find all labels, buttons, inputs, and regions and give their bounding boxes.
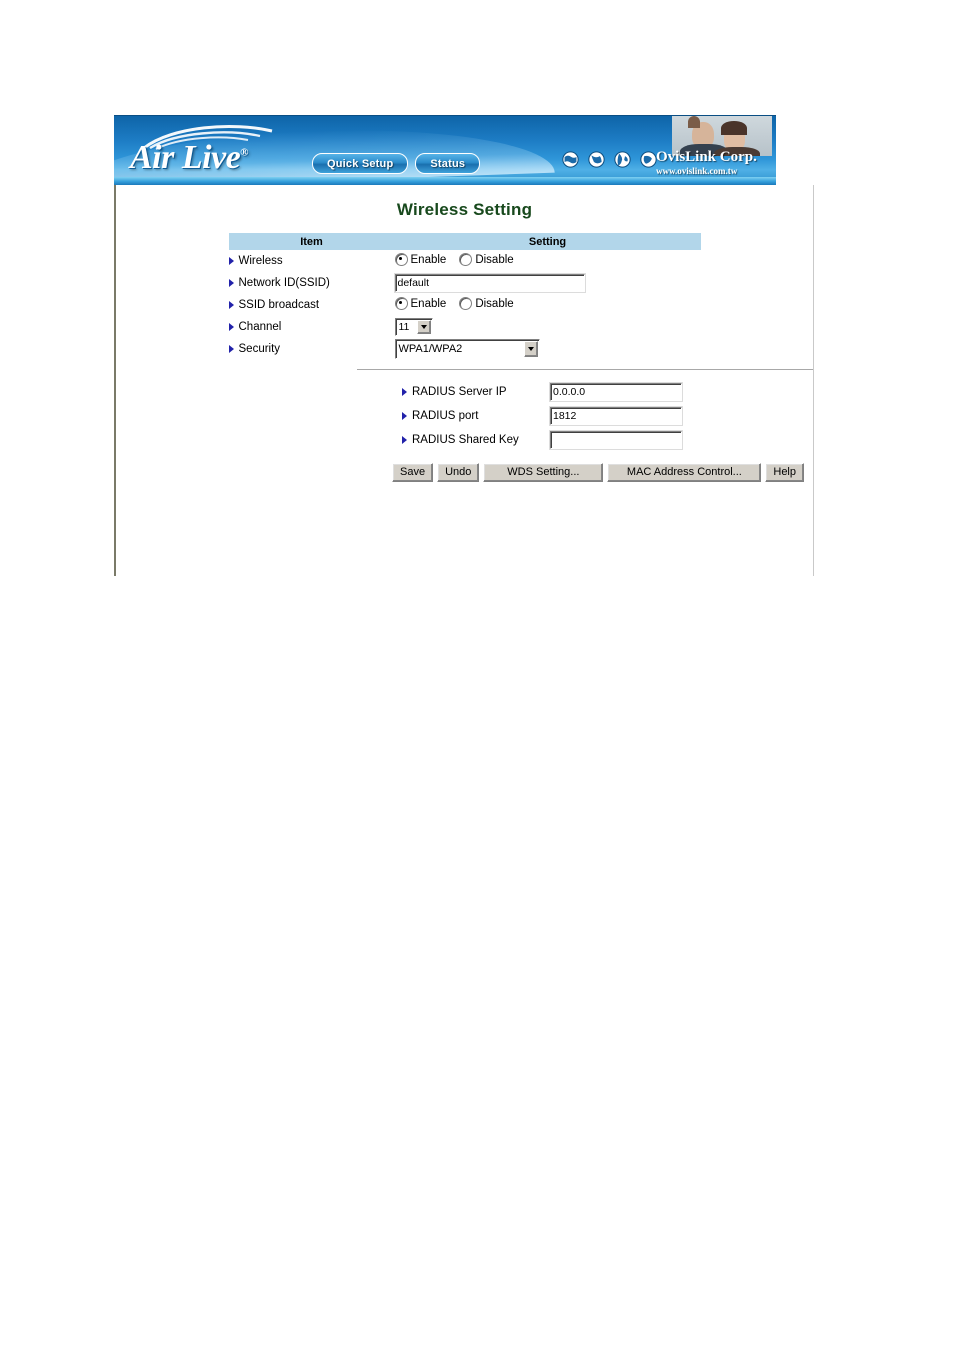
arrow-bullet-icon — [402, 411, 407, 420]
table-row-wireless: Wireless Enable Disable — [228, 250, 701, 272]
main-body: - Basic Setting Primary Setup DHCP Serve… — [114, 185, 814, 576]
table-row-channel: Channel 11 — [228, 316, 701, 338]
logo-text: Air Live® — [130, 139, 248, 176]
globe-icon-1[interactable] — [562, 151, 579, 168]
network-ssid-input[interactable] — [393, 273, 586, 293]
row-label-ssid-broadcast: SSID broadcast — [228, 294, 395, 316]
globe-icon-3[interactable] — [614, 151, 631, 168]
row-value-channel: 11 — [394, 316, 701, 338]
globe-icon-4[interactable] — [640, 151, 657, 168]
photo-hair-right — [721, 121, 747, 135]
wireless-enable-radio[interactable]: Enable — [394, 253, 447, 266]
radio-selected-icon — [394, 297, 408, 310]
row-value-wireless: Enable Disable — [394, 250, 701, 272]
radio-label: Disable — [475, 253, 514, 266]
radius-port-label: RADIUS port — [402, 410, 550, 422]
table-row-network-id: Network ID(SSID) — [228, 272, 701, 294]
save-button[interactable]: Save — [392, 463, 434, 482]
chevron-down-icon — [523, 341, 538, 357]
page-root: Air Live® Quick Setup Status OvisLink Co… — [0, 0, 954, 1350]
radius-row-shared-key: RADIUS Shared Key — [402, 428, 813, 452]
row-label-channel: Channel — [228, 316, 395, 338]
ssid-broadcast-enable-radio[interactable]: Enable — [394, 297, 447, 310]
radio-label: Disable — [475, 297, 514, 310]
mac-address-control-button[interactable]: MAC Address Control... — [607, 463, 762, 482]
arrow-bullet-icon — [402, 435, 407, 444]
radius-port-input[interactable] — [549, 406, 683, 426]
globe-icon-2[interactable] — [588, 151, 605, 168]
row-label-network-id: Network ID(SSID) — [228, 272, 395, 294]
radio-selected-icon — [394, 253, 408, 266]
header-nav-buttons: Quick Setup Status — [312, 153, 481, 174]
channel-select-value: 11 — [398, 321, 410, 333]
security-select[interactable]: WPA1/WPA2 — [394, 339, 540, 359]
corp-url: www.ovislink.com.tw — [656, 166, 738, 176]
radius-shared-key-input[interactable] — [549, 430, 683, 450]
arrow-bullet-icon — [228, 278, 234, 287]
status-button[interactable]: Status — [415, 153, 481, 174]
wireless-disable-radio[interactable]: Disable — [459, 253, 514, 266]
page-title: Wireless Setting — [396, 200, 533, 219]
table-row-security: Security WPA1/WPA2 — [228, 338, 701, 360]
corp-branding: OvisLink Corp. www.ovislink.com.tw — [656, 150, 772, 177]
ssid-broadcast-radio-group: Enable Disable — [394, 297, 514, 310]
undo-button[interactable]: Undo — [437, 463, 480, 482]
column-header-setting: Setting — [394, 233, 701, 250]
radio-unselected-icon — [459, 253, 473, 266]
airlive-logo: Air Live® — [126, 124, 316, 180]
row-label-wireless: Wireless — [228, 250, 395, 272]
help-button[interactable]: Help — [765, 463, 804, 482]
section-divider — [357, 369, 813, 370]
radio-label: Enable — [410, 297, 447, 310]
action-button-row: Save Undo WDS Setting... MAC Address Con… — [116, 463, 813, 482]
table-row-ssid-broadcast: SSID broadcast Enable Disable — [228, 294, 701, 316]
radius-row-port: RADIUS port — [402, 404, 813, 428]
chevron-down-icon — [416, 320, 431, 334]
ssid-broadcast-disable-radio[interactable]: Disable — [459, 297, 514, 310]
column-header-item: Item — [228, 233, 395, 250]
radius-server-ip-label: RADIUS Server IP — [402, 386, 550, 398]
language-globe-icons — [562, 151, 657, 168]
radius-row-server-ip: RADIUS Server IP — [402, 380, 813, 404]
router-admin-window: Air Live® Quick Setup Status OvisLink Co… — [114, 115, 814, 576]
row-value-network-id — [393, 272, 701, 294]
header-banner: Air Live® Quick Setup Status OvisLink Co… — [114, 115, 776, 185]
banner-bottom-strip — [114, 177, 776, 185]
arrow-bullet-icon — [402, 387, 407, 396]
radio-label: Enable — [410, 253, 447, 266]
radio-unselected-icon — [459, 297, 473, 310]
security-select-value: WPA1/WPA2 — [398, 343, 463, 355]
channel-select[interactable]: 11 — [394, 318, 433, 336]
radius-settings-block: RADIUS Server IP RADIUS port RADIUS Shar… — [116, 380, 813, 452]
quick-setup-button[interactable]: Quick Setup — [312, 153, 409, 174]
wireless-radio-group: Enable Disable — [394, 253, 514, 266]
row-value-ssid-broadcast: Enable Disable — [394, 294, 701, 316]
registered-mark-icon: ® — [240, 146, 248, 159]
wds-setting-button[interactable]: WDS Setting... — [483, 463, 604, 482]
arrow-bullet-icon — [228, 300, 234, 309]
radius-shared-key-label: RADIUS Shared Key — [402, 434, 550, 446]
table-header-row: Item Setting — [228, 233, 701, 250]
wireless-settings-table: Item Setting Wireless Enable Disable Net… — [228, 233, 701, 360]
photo-hair-left — [688, 116, 700, 128]
corp-name: OvisLink Corp. — [656, 149, 757, 165]
arrow-bullet-icon — [228, 256, 234, 265]
arrow-bullet-icon — [228, 344, 234, 353]
row-value-security: WPA1/WPA2 — [394, 338, 701, 360]
row-label-security: Security — [228, 338, 395, 360]
arrow-bullet-icon — [228, 322, 234, 331]
content-panel: Wireless Setting Item Setting Wireless E… — [116, 185, 814, 576]
radius-server-ip-input[interactable] — [549, 382, 683, 402]
